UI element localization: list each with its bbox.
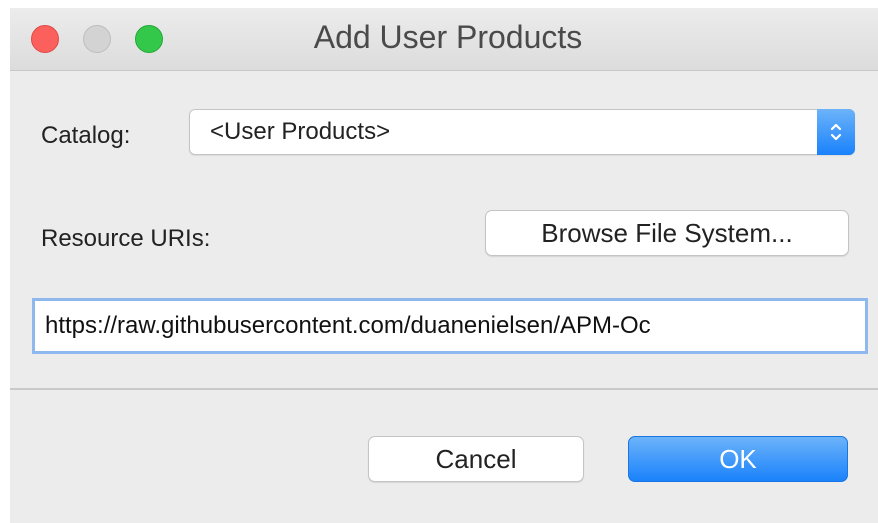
catalog-select[interactable]: <User Products>	[189, 109, 855, 155]
catalog-select-value: <User Products>	[210, 118, 391, 145]
cancel-button[interactable]: Cancel	[368, 436, 584, 482]
title-bar[interactable]: Add User Products	[10, 8, 878, 71]
resource-uri-value: https://raw.githubusercontent.com/duanen…	[45, 312, 651, 339]
browse-file-system-button[interactable]: Browse File System...	[485, 210, 849, 256]
up-down-chevron-icon[interactable]	[817, 109, 855, 155]
add-user-products-dialog: Add User Products Catalog: <User Product…	[10, 8, 878, 523]
footer-divider	[10, 388, 878, 390]
resource-uris-label: Resource URIs:	[41, 225, 211, 252]
resource-uri-input[interactable]: https://raw.githubusercontent.com/duanen…	[32, 298, 868, 354]
catalog-label: Catalog:	[41, 122, 131, 149]
window-title: Add User Products	[313, 19, 583, 55]
ok-button[interactable]: OK	[628, 436, 848, 482]
